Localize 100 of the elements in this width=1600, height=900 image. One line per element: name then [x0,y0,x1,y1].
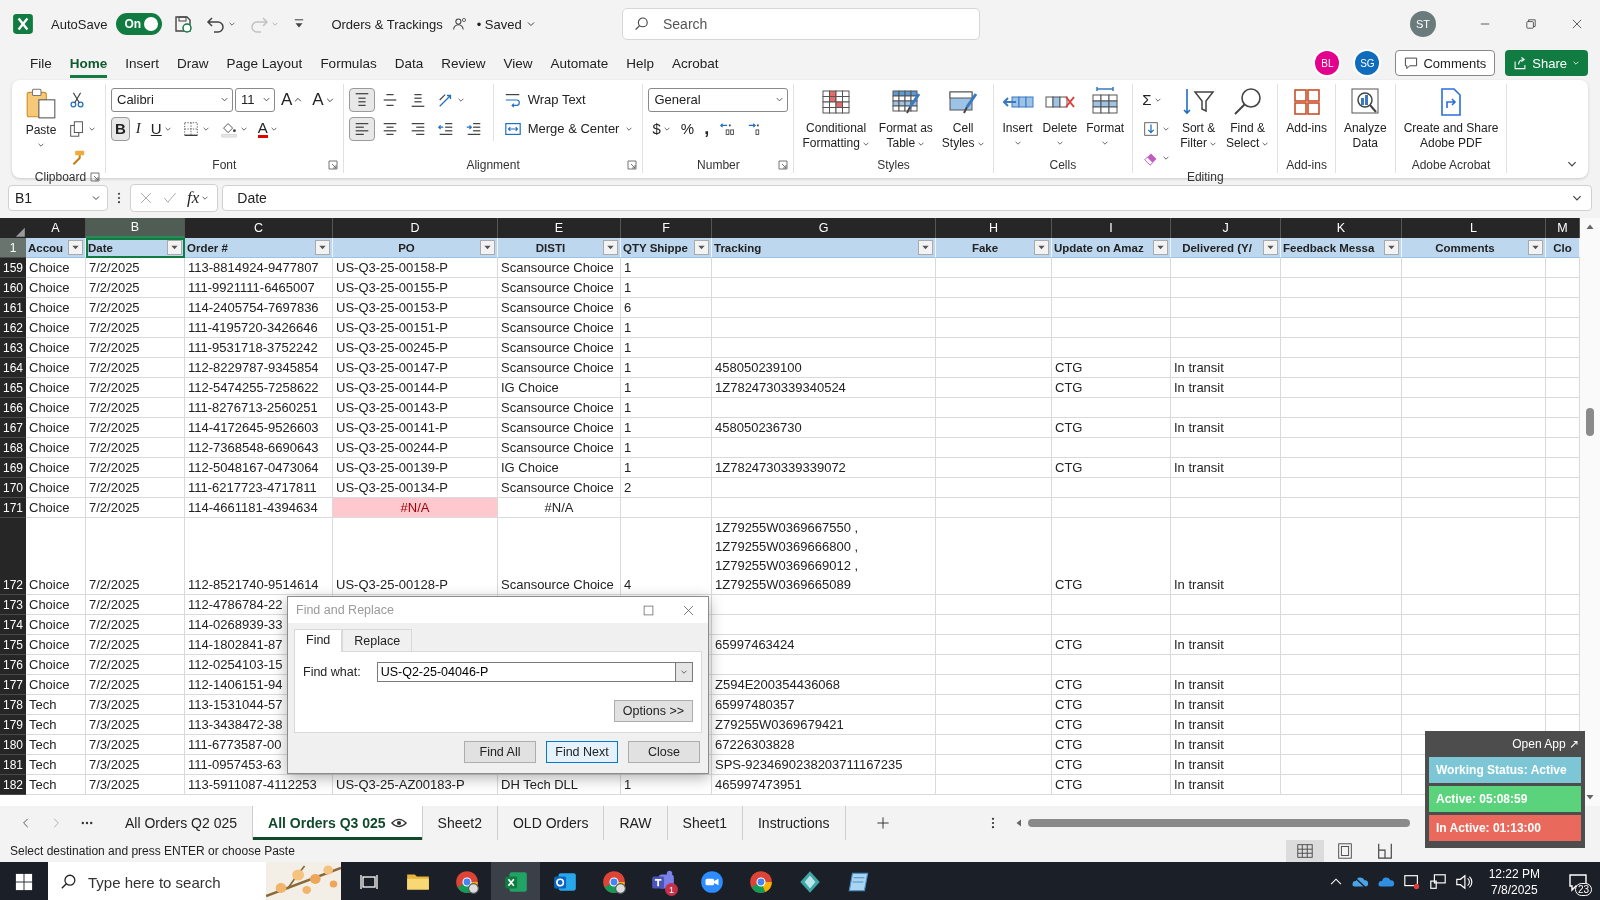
row-number[interactable]: 168 [0,438,26,458]
font-name-dropdown[interactable]: Calibri [111,87,233,112]
search-field[interactable]: Search [622,8,980,40]
autosum-button[interactable]: Σ [1138,87,1166,112]
currency-button[interactable]: $ [648,116,675,141]
filter-button[interactable] [603,240,618,255]
dropdown-button[interactable] [675,662,693,682]
dialog-tab[interactable]: Find [294,629,343,652]
format-as-table-button[interactable]: Format as Table [875,84,936,153]
row-number[interactable]: 175 [0,635,26,655]
find-select-button[interactable]: Find & Select [1222,84,1273,153]
open-app-link[interactable]: Open App ↗ [1510,734,1581,754]
wrap-text-button[interactable]: Wrap Text [499,87,590,112]
italic-button[interactable]: I [131,116,145,141]
column-header[interactable]: M [1546,218,1580,238]
paste-button[interactable]: Paste [21,84,61,151]
align-top-button[interactable] [348,87,375,112]
bold-button[interactable]: B [111,116,130,141]
filter-button[interactable] [1528,240,1543,255]
collaborator-avatar[interactable]: BL [1315,51,1340,75]
comma-style-button[interactable]: , [700,116,714,141]
insert-function-button[interactable]: fx [187,188,210,208]
add-ins-button[interactable]: Add-ins [1283,84,1330,138]
font-size-dropdown[interactable]: 11 [235,87,275,112]
merge-center-button[interactable]: Merge & Center [499,116,638,141]
grow-font-button[interactable]: A [277,87,307,112]
menu-tab[interactable]: Page Layout [217,48,312,78]
insert-cells-button[interactable]: Insert [998,84,1037,149]
sheet-tab[interactable]: Sheet1 [667,806,743,840]
row-number[interactable]: 172 [0,518,26,595]
row-number[interactable]: 167 [0,418,26,438]
row-number[interactable]: 174 [0,615,26,635]
row-number[interactable]: 165 [0,378,26,398]
find-what-field[interactable]: US-Q2-25-04046-P [376,662,675,682]
row-number[interactable]: 162 [0,318,26,338]
column-header[interactable]: J [1171,218,1281,238]
clock[interactable]: 12:22 PM 7/8/2025 [1480,866,1548,898]
column-header[interactable]: A [26,218,86,238]
name-box[interactable]: B1 [8,185,108,211]
sheet-tab[interactable]: RAW [604,806,668,840]
filter-button[interactable] [1153,240,1168,255]
comments-button[interactable]: Comments [1395,50,1496,76]
scroll-thumb[interactable] [1586,408,1594,436]
vertical-scrollbar[interactable] [1580,218,1600,806]
dialog-button[interactable]: Close [628,741,700,763]
format-cells-button[interactable]: Format [1083,84,1128,149]
column-header[interactable]: F [621,218,712,238]
analyze-data-button[interactable]: Analyze Data [1340,84,1390,153]
align-left-button[interactable] [348,116,375,141]
filter-button[interactable] [694,240,709,255]
sheet-tab[interactable]: Instructions [742,806,846,840]
row-number[interactable]: 178 [0,695,26,715]
formula-field[interactable]: Date [222,185,1592,211]
row-number[interactable]: 169 [0,458,26,478]
adobe-pdf-button[interactable]: Create and Share Adobe PDF [1400,84,1502,153]
share-button[interactable]: Share [1505,50,1588,76]
column-header[interactable]: C [185,218,333,238]
add-sheet-button[interactable] [875,816,890,830]
row-number[interactable]: 182 [0,775,26,795]
row-number[interactable]: 160 [0,278,26,298]
conditional-formatting-button[interactable]: Conditional Formatting [799,84,873,153]
row-number[interactable]: 176 [0,655,26,675]
sheet-tab[interactable]: All Orders Q3 025 [253,806,423,840]
sheet-tab[interactable]: Sheet2 [422,806,498,840]
autosave-toggle[interactable]: On [116,13,163,35]
filter-button[interactable] [918,240,933,255]
sort-filter-button[interactable]: Sort & Filter [1177,84,1220,153]
filter-button[interactable] [1384,240,1399,255]
menu-tab[interactable]: File [21,48,61,78]
filter-button[interactable] [167,240,182,255]
row-number[interactable]: 173 [0,595,26,615]
dialog-button[interactable]: Find All [464,741,536,763]
cell-styles-button[interactable]: Cell Styles [938,84,988,153]
taskbar-app-button[interactable]: 1 [638,862,687,900]
row-number[interactable]: 1 [0,238,26,258]
filter-button[interactable] [1263,240,1278,255]
menu-tab[interactable]: View [494,48,542,78]
row-number[interactable]: 180 [0,735,26,755]
sheet-tab[interactable]: OLD Orders [497,806,605,840]
percent-button[interactable]: % [676,116,699,141]
row-number[interactable]: 164 [0,358,26,378]
column-header[interactable]: I [1052,218,1171,238]
filter-button[interactable] [315,240,330,255]
options-button[interactable]: Options >> [613,700,693,722]
collaborator-avatar[interactable]: SG [1355,51,1380,75]
dialog-button[interactable]: Find Next [546,741,618,763]
taskbar-search-field[interactable]: Type here to search [48,862,266,900]
menu-tab[interactable]: Draw [168,48,218,78]
menu-tab[interactable]: Automate [541,48,618,78]
menu-tab[interactable]: Data [385,48,433,78]
delete-cells-button[interactable]: Delete [1039,84,1081,149]
font-color-button[interactable]: A [253,116,282,141]
menu-tab[interactable]: Review [432,48,495,78]
column-header[interactable]: E [498,218,621,238]
underline-button[interactable]: U [146,116,176,141]
menu-tab[interactable]: Acrobat [663,48,728,78]
row-number[interactable]: 179 [0,715,26,735]
row-number[interactable]: 163 [0,338,26,358]
number-format-dropdown[interactable]: General [648,87,789,112]
column-header[interactable]: L [1402,218,1546,238]
